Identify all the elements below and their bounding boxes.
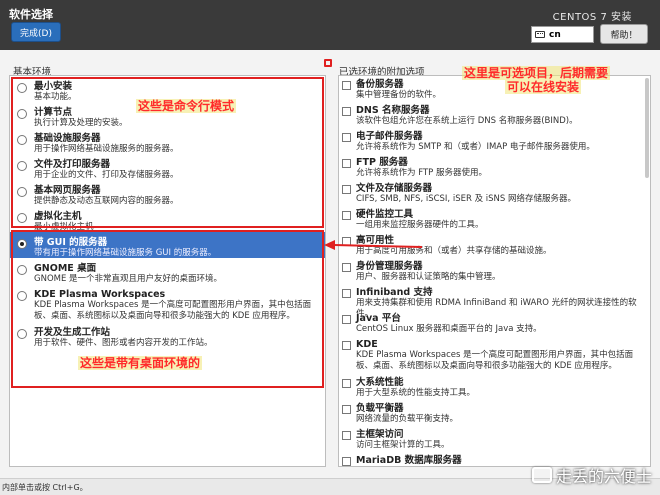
addon-name: 文件及存储服务器 [356,183,433,194]
checkbox[interactable] [342,457,351,466]
checkbox[interactable] [342,431,351,440]
addon-name: 负载平衡器 [356,403,404,414]
addon-name: 电子邮件服务器 [356,131,423,142]
addon-desc: 一组用来监控服务器硬件的工具。 [356,220,484,230]
addon-item-load-balancer[interactable]: 负载平衡器 网络流量的负载平衡支持。 [339,400,650,426]
addon-name: KDE [356,339,378,350]
checkbox[interactable] [342,81,351,90]
addon-name: Infiniband 支持 [356,287,433,298]
addon-desc: 该软件包组允许您在系统上运行 DNS 名称服务器(BIND)。 [356,116,578,126]
addon-desc: 允许将系统作为 FTP 服务器使用。 [356,168,487,178]
watermark-text: 走丢的六便士 [555,467,652,486]
addon-desc: 用于大型系统的性能支持工具。 [356,388,476,398]
keyboard-icon [535,31,545,38]
checkbox[interactable] [342,185,351,194]
checkbox[interactable] [342,289,351,298]
addon-desc: 访问主框架计算的工具。 [356,440,450,450]
addon-item-hardware-monitoring[interactable]: 硬件监控工具 一组用来监控服务器硬件的工具。 [339,206,650,232]
checkbox[interactable] [342,379,351,388]
addon-desc: 允许将系统作为 SMTP 和（或者）IMAP 电子邮件服务器使用。 [356,142,595,152]
checkbox[interactable] [342,159,351,168]
addon-item-infiniband[interactable]: Infiniband 支持 用来支持集群和使用 RDMA InfiniBand … [339,284,650,319]
addon-name: 主框架访问 [356,429,404,440]
addon-item-kde[interactable]: KDE KDE Plasma Workspaces 是一个高度可配置图形用户界面… [339,336,650,374]
addon-item-java-platform[interactable]: Java 平台 CentOS Linux 服务器和桌面平台的 Java 支持。 [339,310,650,336]
addon-item-mail-server[interactable]: 电子邮件服务器 允许将系统作为 SMTP 和（或者）IMAP 电子邮件服务器使用… [339,128,650,154]
addon-name: FTP 服务器 [356,157,408,168]
addon-desc: CentOS Linux 服务器和桌面平台的 Java 支持。 [356,324,542,334]
addon-desc: 集中管理备份的软件。 [356,90,442,100]
watermark: 走丢的六便士 [531,463,652,487]
addon-name: 身份管理服务器 [356,261,423,272]
addon-item-mainframe-access[interactable]: 主框架访问 访问主框架计算的工具。 [339,426,650,452]
status-text: 内部单击或按 Ctrl+G。 [2,483,88,492]
watermark-logo-icon [531,467,552,483]
checkbox[interactable] [342,107,351,116]
checkbox[interactable] [342,211,351,220]
addon-desc: 网络流量的负载平衡支持。 [356,414,459,424]
keyboard-layout-label: cn [549,29,561,40]
addon-name: Java 平台 [356,313,401,324]
keyboard-layout-indicator[interactable]: cn [531,26,594,43]
addon-desc: CIFS, SMB, NFS, iSCSI, iSER 及 iSNS 网络存储服… [356,194,576,204]
annotation-desktop-text: 这些是带有桌面环境的 [78,356,203,370]
header-bar: 软件选择 完成(D) CENTOS 7 安装 cn 帮助！ [0,0,660,50]
addon-desc: KDE Plasma Workspaces 是一个高度可配置图形用户界面，其中包… [356,350,634,371]
addon-item-ftp-server[interactable]: FTP 服务器 允许将系统作为 FTP 服务器使用。 [339,154,650,180]
arrow-head [324,240,335,250]
checkbox[interactable] [342,263,351,272]
checkbox[interactable] [342,133,351,142]
addon-item-large-system-performance[interactable]: 大系统性能 用于大型系统的性能支持工具。 [339,374,650,400]
annotation-optional-text-line1: 这里是可选项目，后期需要 [462,66,611,80]
arrow-line [333,244,423,248]
addon-desc: 用户、服务器和认证策略的集中管理。 [356,272,501,282]
checkbox[interactable] [342,405,351,414]
addon-item-dns-server[interactable]: DNS 名称服务器 该软件包组允许您在系统上运行 DNS 名称服务器(BIND)… [339,102,650,128]
addon-name: 硬件监控工具 [356,209,414,220]
annotation-optional-text-line2: 可以在线安装 [505,80,582,94]
help-button[interactable]: 帮助！ [600,24,648,44]
annotation-cmdline-text: 这些是命令行模式 [136,99,237,113]
done-button[interactable]: 完成(D) [11,22,61,42]
checkbox[interactable] [342,315,351,324]
addon-name: DNS 名称服务器 [356,105,430,116]
addon-list: 备份服务器 集中管理备份的软件。 DNS 名称服务器 该软件包组允许您在系统上运… [338,75,651,467]
annotation-arrow [324,240,423,250]
page-title: 软件选择 [9,8,53,21]
install-title: CENTOS 7 安装 [552,12,632,23]
annotation-corner-mark [324,59,332,67]
checkbox[interactable] [342,341,351,350]
addon-item-identity-management[interactable]: 身份管理服务器 用户、服务器和认证策略的集中管理。 [339,258,650,284]
addon-item-file-storage-server[interactable]: 文件及存储服务器 CIFS, SMB, NFS, iSCSI, iSER 及 i… [339,180,650,206]
addon-name: 大系统性能 [356,377,404,388]
addon-name: 备份服务器 [356,79,404,90]
